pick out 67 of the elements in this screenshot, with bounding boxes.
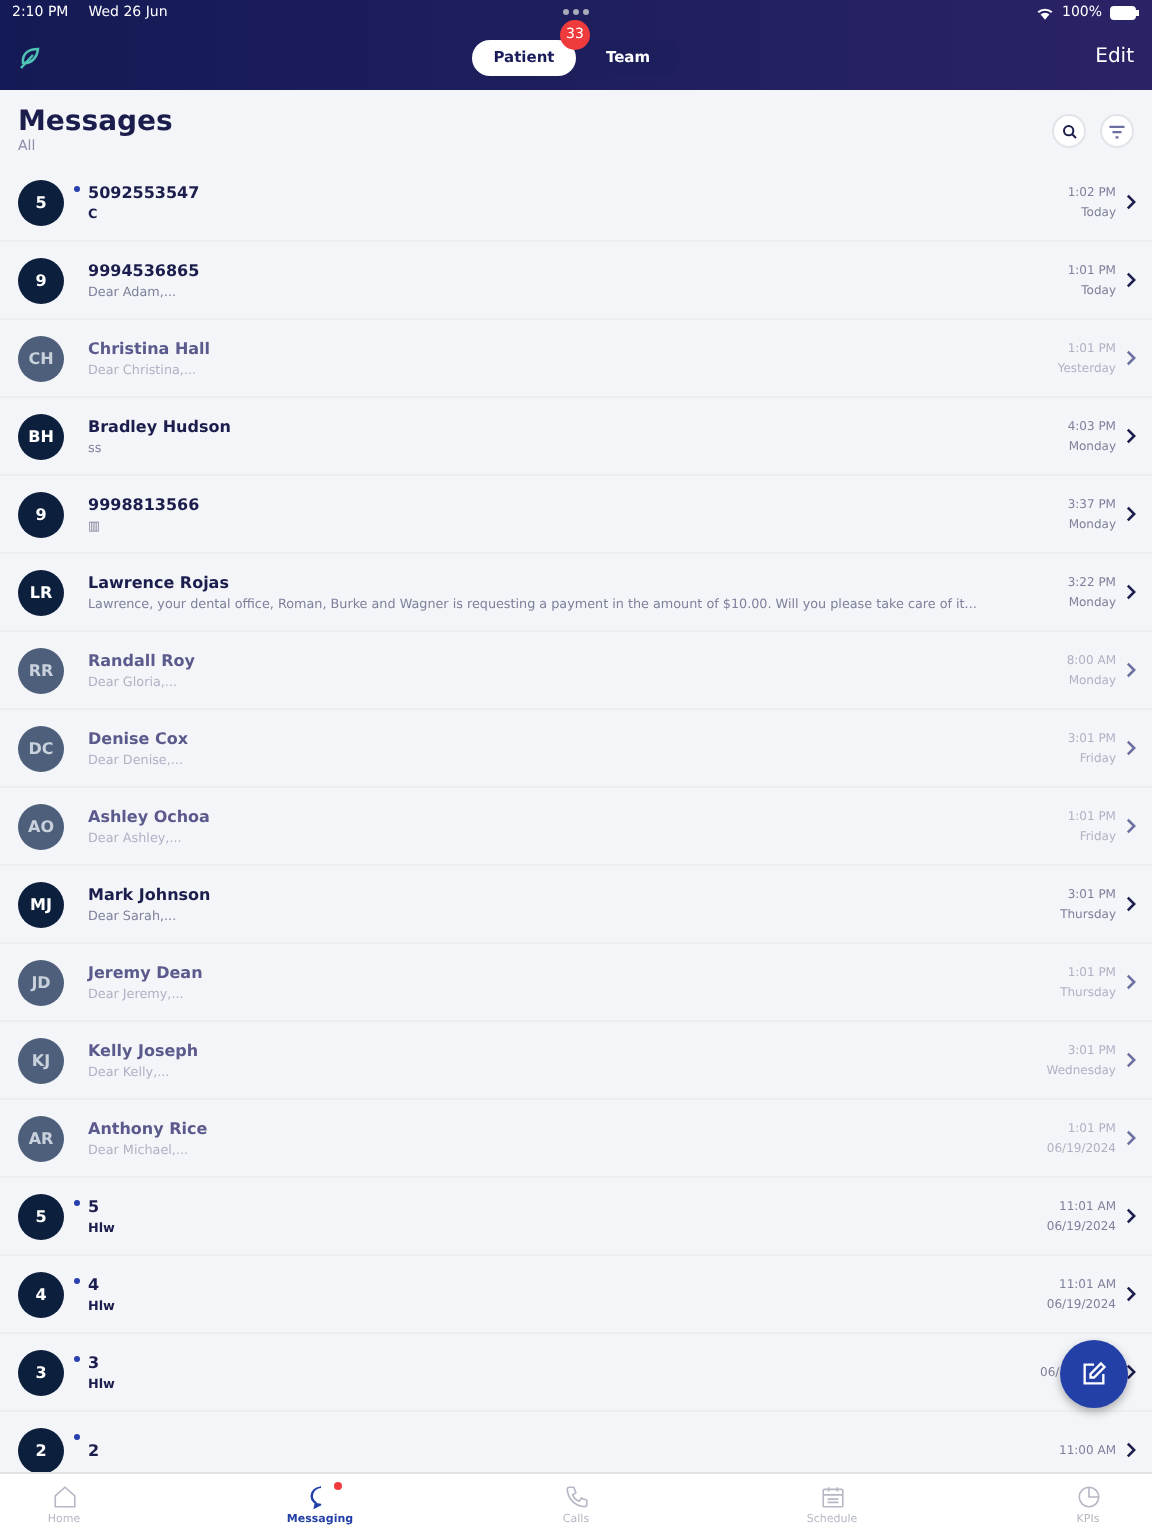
contact-name: Mark Johnson (88, 885, 213, 903)
chevron-right-icon (1126, 428, 1136, 444)
initials-avatar: JD (18, 959, 64, 1005)
initials-avatar: CH (18, 335, 64, 381)
page-title: Messages (18, 106, 175, 138)
chevron-right-icon (1126, 1364, 1136, 1380)
contact-name: Christina Hall (88, 339, 213, 357)
chevron-right-icon (1126, 506, 1136, 522)
chevron-right-icon (1126, 584, 1136, 600)
initials-avatar: 4 (18, 1271, 64, 1317)
edit-button[interactable]: Edit (1095, 46, 1134, 68)
contact-name: 2 (88, 1441, 102, 1459)
chevron-right-icon (1126, 1286, 1136, 1302)
calendar-icon (819, 1484, 845, 1510)
phone-icon (563, 1484, 589, 1510)
contact-name: Anthony Rice (88, 1119, 210, 1137)
initials-avatar: 3 (18, 1349, 64, 1395)
compose-icon (1080, 1360, 1108, 1388)
search-button[interactable] (1052, 114, 1086, 148)
contact-name: 3 (88, 1353, 102, 1371)
initials-avatar: 9 (18, 257, 64, 303)
compose-button[interactable] (1060, 1340, 1128, 1408)
initials-avatar: 5 (18, 179, 64, 225)
initials-avatar: DC (18, 725, 64, 771)
chevron-right-icon (1126, 818, 1136, 834)
contact-name: Jeremy Dean (88, 963, 205, 981)
chevron-right-icon (1126, 350, 1136, 366)
filter-icon (1108, 123, 1126, 139)
wifi-icon (1035, 5, 1054, 19)
initials-avatar: AR (18, 1115, 64, 1161)
battery-icon (1110, 5, 1140, 19)
chevron-right-icon (1126, 974, 1136, 990)
contact-name: Kelly Joseph (88, 1041, 201, 1059)
contact-name: Ashley Ochoa (88, 807, 212, 825)
contact-name: 4 (88, 1275, 102, 1293)
chevron-right-icon (1126, 194, 1136, 210)
chevron-right-icon (1126, 662, 1136, 678)
contact-name: 9998813566 (88, 495, 202, 513)
contact-name: 5092553547 (88, 183, 202, 201)
pie-chart-icon (1075, 1484, 1101, 1510)
more-dots-icon (562, 8, 590, 16)
filter-button[interactable] (1100, 114, 1134, 148)
home-icon (51, 1484, 77, 1510)
initials-avatar: 9 (18, 491, 64, 537)
chevron-right-icon (1126, 272, 1136, 288)
contact-name: Bradley Hudson (88, 417, 233, 435)
search-icon (1061, 123, 1077, 139)
initials-avatar: RR (18, 647, 64, 693)
leaf-logo-icon (18, 45, 42, 69)
initials-avatar: KJ (18, 1037, 64, 1083)
chevron-right-icon (1126, 1130, 1136, 1146)
contact-name: Lawrence Rojas (88, 573, 231, 591)
chevron-right-icon (1126, 1052, 1136, 1068)
initials-avatar: BH (18, 413, 64, 459)
contact-name: 9994536865 (88, 261, 202, 279)
contact-name: 5 (88, 1197, 102, 1215)
initials-avatar: 5 (18, 1193, 64, 1239)
initials-avatar: 2 (18, 1427, 64, 1472)
chevron-right-icon (1126, 896, 1136, 912)
contact-name: Denise Cox (88, 729, 191, 747)
chevron-right-icon (1126, 1208, 1136, 1224)
initials-avatar: LR (18, 569, 64, 615)
chevron-right-icon (1126, 1442, 1136, 1458)
initials-avatar: MJ (18, 881, 64, 927)
chevron-right-icon (1126, 740, 1136, 756)
initials-avatar: AO (18, 803, 64, 849)
contact-name: Randall Roy (88, 651, 198, 669)
